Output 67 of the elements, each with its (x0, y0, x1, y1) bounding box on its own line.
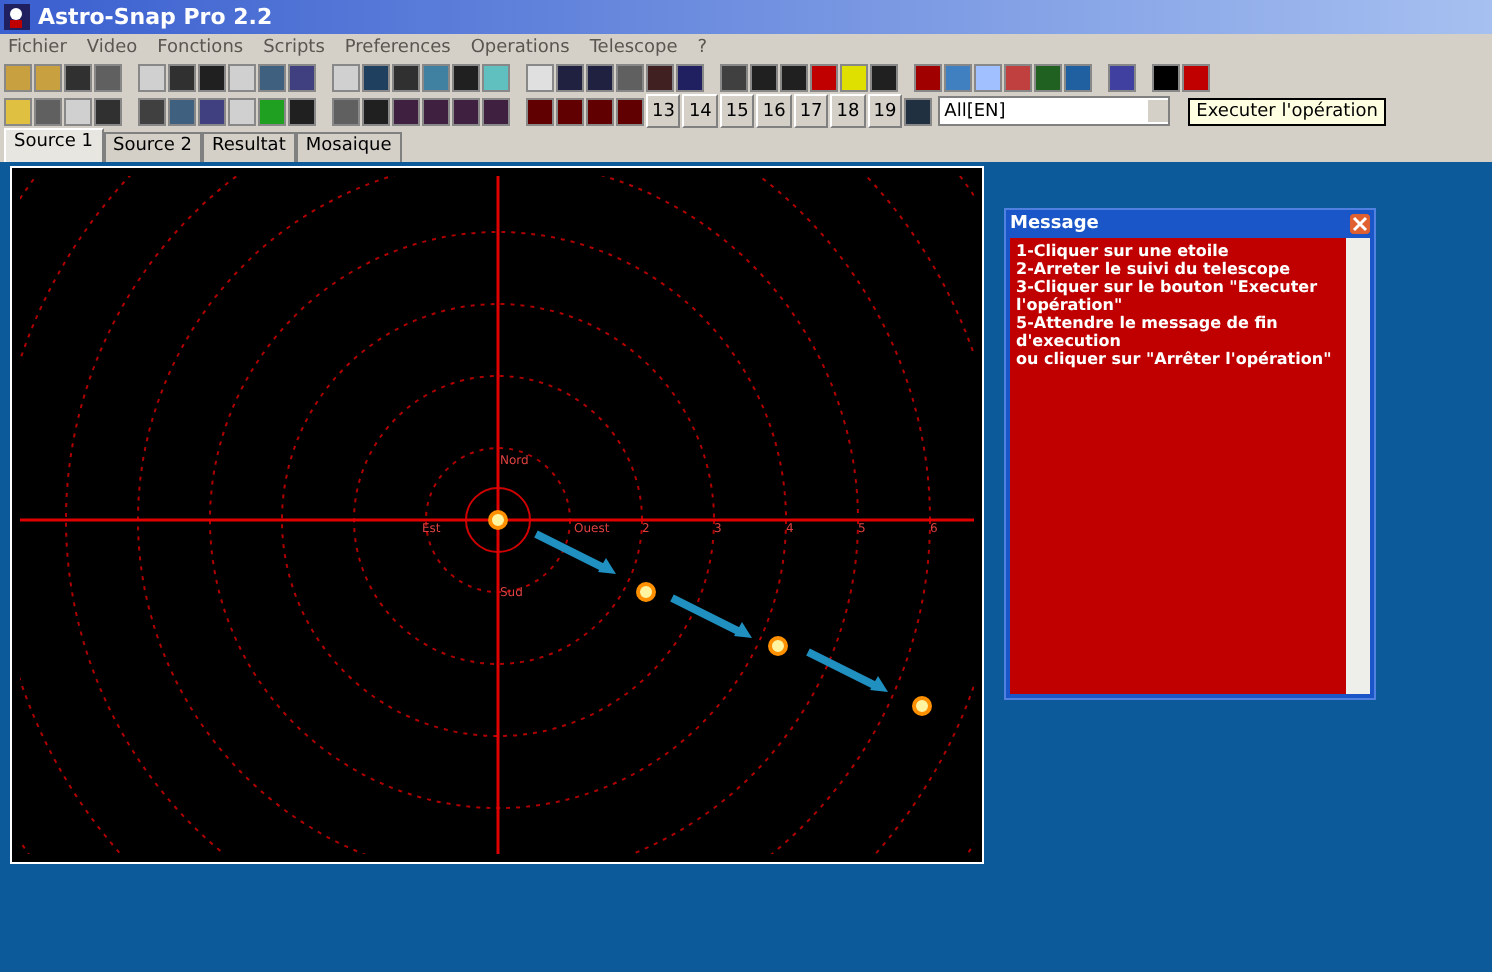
tool-icon[interactable] (392, 97, 420, 125)
arrow (534, 530, 616, 574)
tool-icon[interactable] (64, 63, 92, 91)
window-title: Astro-Snap Pro 2.2 (38, 4, 273, 30)
number-button[interactable]: 14 (682, 94, 718, 128)
menu-item[interactable]: Operations (470, 37, 570, 57)
stop-icon[interactable] (1182, 63, 1210, 91)
message-title: Message (1010, 214, 1099, 234)
tool-icon[interactable] (556, 63, 584, 91)
menu-item[interactable]: Video (86, 37, 138, 57)
tool-icon[interactable] (914, 63, 942, 91)
tool-icon[interactable] (780, 63, 808, 91)
tool-icon[interactable] (198, 97, 226, 125)
language-dropdown[interactable]: All[EN] (938, 96, 1171, 126)
tool-icon[interactable] (676, 63, 704, 91)
tool-icon[interactable] (720, 63, 748, 91)
menu-item[interactable]: Preferences (344, 37, 451, 57)
menu-item[interactable]: ? (697, 37, 708, 57)
tool-icon[interactable] (586, 63, 614, 91)
tool-icon[interactable] (616, 97, 644, 125)
tool-icon[interactable] (870, 63, 898, 91)
tool-icon[interactable] (904, 97, 933, 125)
tab[interactable]: Source 1 (4, 128, 103, 162)
tool-icon[interactable] (94, 97, 122, 125)
tool-icon[interactable] (750, 63, 778, 91)
tab[interactable]: Mosaique (295, 132, 402, 162)
arrow (806, 648, 888, 692)
tool-icon[interactable] (168, 63, 196, 91)
tool-icon[interactable] (646, 63, 674, 91)
tool-icon[interactable] (422, 97, 450, 125)
tool-icon[interactable] (288, 63, 316, 91)
menu-item[interactable]: Fichier (8, 37, 67, 57)
menu-item[interactable]: Telescope (589, 37, 678, 57)
message-line: 3-Cliquer sur le bouton "Executer l'opération" (1016, 278, 1320, 314)
tab[interactable]: Resultat (202, 132, 296, 162)
tab[interactable]: Source 2 (103, 132, 202, 162)
tool-icon[interactable] (526, 97, 554, 125)
tooltip: Executer l'opération (1188, 97, 1386, 125)
message-line: 1-Cliquer sur une etoile (1016, 242, 1231, 260)
tool-icon[interactable] (452, 97, 480, 125)
tool-icon[interactable] (362, 97, 390, 125)
arrow (670, 594, 752, 638)
app-icon (4, 4, 30, 30)
tool-icon[interactable] (586, 97, 614, 125)
message-line: 2-Arreter le suivi du telescope (1016, 260, 1293, 278)
menu-item[interactable]: Scripts (263, 37, 325, 57)
tool-icon[interactable] (482, 97, 510, 125)
number-button[interactable]: 13 (646, 94, 681, 128)
tool-icon[interactable] (452, 63, 480, 91)
menu-item[interactable]: Fonctions (157, 37, 244, 57)
tool-icon[interactable] (362, 63, 390, 91)
tool-icon[interactable] (1108, 63, 1136, 91)
message-line: ou cliquer sur "Arrêter l'opération" (1016, 350, 1334, 368)
tool-icon[interactable] (1034, 63, 1062, 91)
tool-icon[interactable] (288, 97, 316, 125)
scrollbar[interactable] (1346, 238, 1370, 694)
tool-icon[interactable] (198, 63, 226, 91)
tool-icon[interactable] (556, 97, 584, 125)
center-ring (465, 487, 531, 553)
tool-icon[interactable] (138, 97, 166, 125)
tool-icon[interactable] (392, 63, 420, 91)
close-icon[interactable] (1350, 214, 1370, 234)
number-button[interactable]: 19 (867, 94, 903, 128)
number-button[interactable]: 18 (830, 94, 866, 128)
number-button[interactable]: 17 (793, 94, 829, 128)
number-button[interactable]: 16 (756, 94, 792, 128)
number-button[interactable]: 15 (719, 94, 755, 128)
